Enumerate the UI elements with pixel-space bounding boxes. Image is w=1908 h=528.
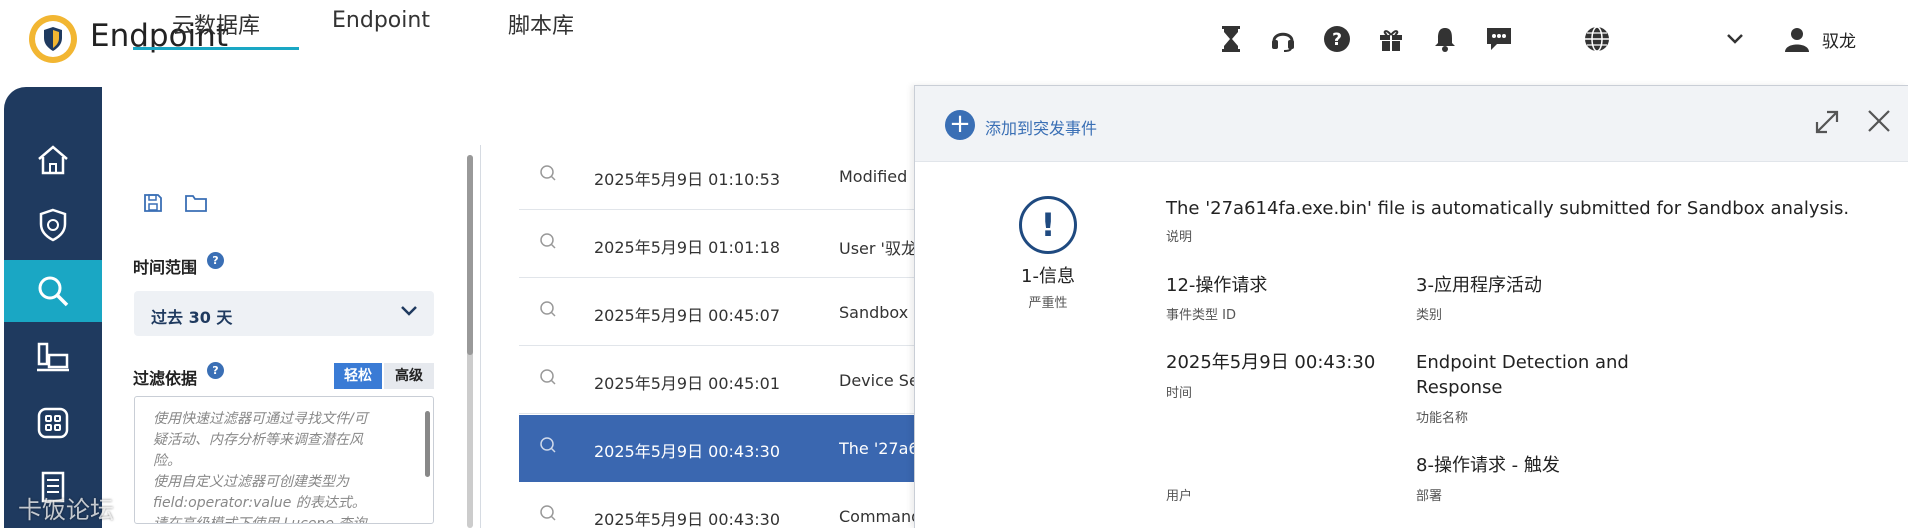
event-description: Sandbox r xyxy=(839,303,919,322)
filter-placeholder-line: 请在高级模式下使用 Lucene 查询 xyxy=(153,516,367,524)
event-row[interactable]: 2025年5月9日 00:43:30 Command xyxy=(519,483,919,528)
event-time: 2025年5月9日 00:45:07 xyxy=(594,306,781,325)
panel-scrollbar[interactable] xyxy=(467,155,473,528)
event-description: Command xyxy=(839,507,919,526)
hourglass-icon[interactable] xyxy=(1216,24,1246,54)
description-label: 说明 xyxy=(1166,230,1193,245)
sidebar-item-search[interactable] xyxy=(4,260,102,322)
feature-name-value-line2: Response xyxy=(1416,377,1503,398)
panel-scrollbar-thumb[interactable] xyxy=(467,155,473,355)
filter-placeholder-line: 使用自定义过滤器可创建类型为 xyxy=(153,474,349,490)
feature-name-value-line1: Endpoint Detection and xyxy=(1416,352,1629,373)
user-label: 用户 xyxy=(1166,489,1193,504)
globe-icon[interactable] xyxy=(1582,24,1612,54)
filter-placeholder-line: 使用快速过滤器可通过寻找文件/可 xyxy=(153,411,368,427)
detail-header: + 添加到突发事件 xyxy=(915,86,1908,162)
event-description: Modified | xyxy=(839,167,918,186)
search-icon[interactable] xyxy=(539,504,557,522)
app-root: Endpoint ? 驭龙 云数据库 Endpoint 脚本库 时间范围 ? 过… xyxy=(0,0,1908,528)
event-row[interactable]: 2025年5月9日 01:01:18 User '驭龙 xyxy=(519,211,919,278)
chat-icon[interactable] xyxy=(1484,24,1514,54)
filter-placeholder-line: 疑活动、内存分析等来调查潜在风 xyxy=(153,432,363,448)
filter-by-help-icon[interactable]: ? xyxy=(207,362,224,379)
deployment-label: 部署 xyxy=(1416,489,1443,504)
sidebar-item-home[interactable] xyxy=(4,129,102,191)
event-description: User '驭龙 xyxy=(839,239,917,258)
time-label: 时间 xyxy=(1166,386,1193,401)
filter-placeholder-line: 险。 xyxy=(153,453,181,469)
tab-cloud-database[interactable]: 云数据库 xyxy=(133,0,299,50)
mode-advanced-toggle[interactable]: 高级 xyxy=(384,363,434,389)
deployment-value: 8-操作请求 - 触发 xyxy=(1416,455,1560,476)
feature-name-label: 功能名称 xyxy=(1416,411,1469,426)
sidebar-item-security[interactable] xyxy=(4,194,102,256)
time-range-value: 过去 30 天 xyxy=(151,308,233,327)
expand-icon[interactable] xyxy=(1813,108,1841,136)
help-icon[interactable]: ? xyxy=(1322,24,1352,54)
time-range-label: 时间范围 xyxy=(133,258,198,277)
category-value: 3-应用程序活动 xyxy=(1416,275,1542,296)
tab-script-library[interactable]: 脚本库 xyxy=(486,0,596,50)
bell-icon[interactable] xyxy=(1430,24,1460,54)
filter-by-label: 过滤依据 xyxy=(133,369,198,388)
search-icon[interactable] xyxy=(539,300,557,318)
add-to-incident-icon[interactable]: + xyxy=(945,110,975,140)
panel-divider xyxy=(480,145,481,528)
event-type-id-value: 12-操作请求 xyxy=(1166,275,1268,296)
gift-icon[interactable] xyxy=(1376,24,1406,54)
search-icon[interactable] xyxy=(539,232,557,250)
sidebar-item-endpoints[interactable] xyxy=(4,326,102,388)
filter-textarea[interactable]: 使用快速过滤器可通过寻找文件/可 疑活动、内存分析等来调查潜在风 险。 使用自定… xyxy=(134,396,434,524)
sidebar xyxy=(4,87,102,528)
event-detail-panel: + 添加到突发事件 ! 1-信息 严重性 The '27a614fa.exe.b… xyxy=(914,85,1908,528)
event-row[interactable]: 2025年5月9日 00:45:01 Device Sec xyxy=(519,347,919,414)
save-icon[interactable] xyxy=(142,192,164,214)
time-range-help-icon[interactable]: ? xyxy=(207,252,224,269)
search-icon[interactable] xyxy=(539,368,557,386)
event-description: The '27a6 xyxy=(839,439,919,458)
time-range-select[interactable]: 过去 30 天 xyxy=(134,291,434,336)
filter-scrollbar[interactable] xyxy=(425,411,430,477)
chevron-down-icon xyxy=(401,306,417,316)
shield-logo-icon xyxy=(44,27,62,51)
description-value: The '27a614fa.exe.bin' file is automatic… xyxy=(1166,198,1850,219)
home-icon xyxy=(38,145,68,175)
watermark-text: 卡饭论坛 xyxy=(18,496,114,524)
headset-icon[interactable] xyxy=(1268,24,1298,54)
add-to-incident-button[interactable]: 添加到突发事件 xyxy=(985,115,1097,139)
svg-text:?: ? xyxy=(1332,30,1342,50)
folder-icon[interactable] xyxy=(184,192,208,214)
category-label: 类别 xyxy=(1416,308,1443,323)
user-name[interactable]: 驭龙 xyxy=(1822,27,1856,52)
severity-info-icon: ! xyxy=(1019,196,1077,254)
close-icon[interactable] xyxy=(1866,108,1892,134)
user-icon[interactable] xyxy=(1782,24,1812,54)
sidebar-item-apps[interactable] xyxy=(4,392,102,454)
event-row-selected[interactable]: 2025年5月9日 00:43:30 The '27a6 xyxy=(519,415,919,482)
event-row[interactable]: 2025年5月9日 00:45:07 Sandbox r xyxy=(519,279,919,346)
search-icon xyxy=(38,276,69,307)
filter-placeholder-line: field:operator:value 的表达式。 xyxy=(153,495,366,511)
event-time: 2025年5月9日 00:43:30 xyxy=(594,510,781,528)
event-row[interactable]: 2025年5月9日 01:10:53 Modified | xyxy=(519,143,919,210)
chevron-down-icon[interactable] xyxy=(1720,24,1750,54)
computer-icon xyxy=(37,342,69,372)
event-time: 2025年5月9日 00:43:30 xyxy=(594,442,781,461)
apps-grid-icon xyxy=(37,407,69,439)
time-value: 2025年5月9日 00:43:30 xyxy=(1166,352,1376,373)
search-icon[interactable] xyxy=(539,164,557,182)
severity-value: 1-信息 xyxy=(1021,266,1075,287)
event-time: 2025年5月9日 01:10:53 xyxy=(594,170,781,189)
logo-inner xyxy=(35,21,71,57)
tab-endpoint[interactable]: Endpoint xyxy=(316,0,446,50)
event-time: 2025年5月9日 01:01:18 xyxy=(594,238,781,257)
mode-easy-toggle[interactable]: 轻松 xyxy=(334,363,382,389)
search-icon[interactable] xyxy=(539,436,557,454)
app-logo[interactable] xyxy=(29,15,77,63)
event-type-id-label: 事件类型 ID xyxy=(1166,308,1236,323)
event-description: Device Sec xyxy=(839,371,919,390)
event-time: 2025年5月9日 00:45:01 xyxy=(594,374,781,393)
shield-icon xyxy=(39,208,67,242)
severity-label: 严重性 xyxy=(1028,296,1068,311)
